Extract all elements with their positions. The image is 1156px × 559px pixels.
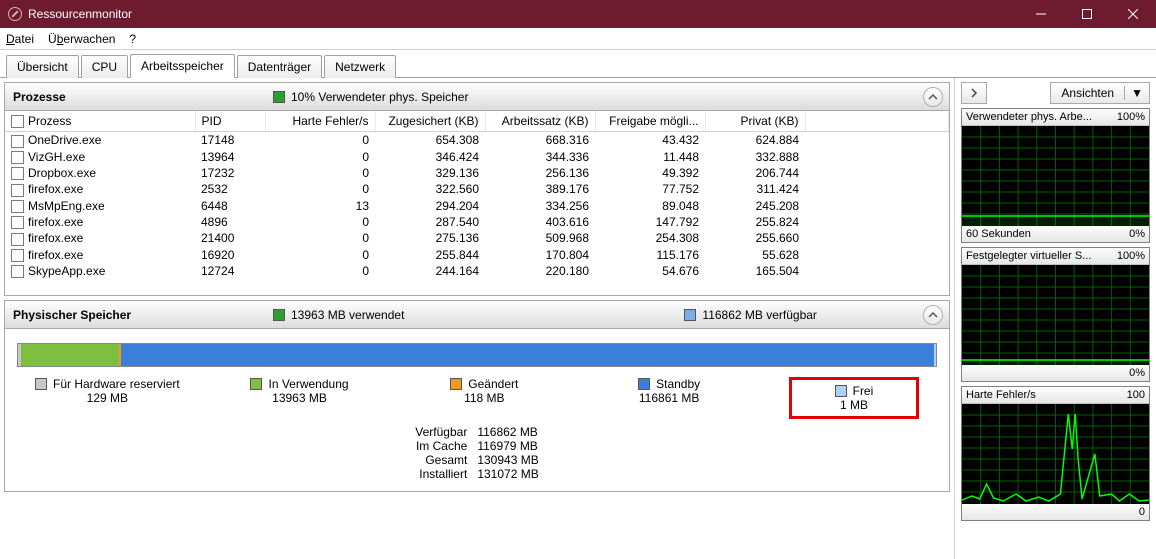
table-row[interactable]: Dropbox.exe172320329.136256.13649.392206… <box>5 165 949 181</box>
tab-overview[interactable]: Übersicht <box>6 55 79 78</box>
table-row[interactable]: firefox.exe169200255.844170.804115.17655… <box>5 247 949 263</box>
table-row[interactable]: firefox.exe25320322.560389.17677.752311.… <box>5 181 949 197</box>
column-hardfaults[interactable]: Harte Fehler/s <box>265 111 375 132</box>
menu-monitor[interactable]: Überwachen <box>48 32 115 46</box>
physical-memory-panel: Physischer Speicher 13963 MB verwendet 1… <box>4 300 950 492</box>
memory-summary: Verfügbar116862 MB Im Cache116979 MB Ges… <box>5 425 949 491</box>
menu-help[interactable]: ? <box>129 32 136 46</box>
app-icon <box>8 7 22 21</box>
memory-bar <box>17 343 937 367</box>
views-button[interactable]: Ansichten▼ <box>1050 82 1150 104</box>
row-checkbox[interactable] <box>11 184 24 197</box>
column-private[interactable]: Privat (KB) <box>705 111 805 132</box>
row-checkbox[interactable] <box>11 151 24 164</box>
row-checkbox[interactable] <box>11 167 24 180</box>
row-checkbox[interactable] <box>11 216 24 229</box>
legend-modified: Geändert118 MB <box>419 377 549 405</box>
tab-memory[interactable]: Arbeitsspeicher <box>130 54 235 78</box>
processes-header[interactable]: Prozesse 10% Verwendeter phys. Speicher <box>5 83 949 111</box>
select-all-checkbox[interactable] <box>11 115 24 128</box>
table-row[interactable]: VizGH.exe139640346.424344.33611.448332.8… <box>5 149 949 165</box>
table-row[interactable]: firefox.exe214000275.136509.968254.30825… <box>5 230 949 246</box>
menu-bar: Datei Überwachen ? <box>0 28 1156 50</box>
title-bar: Ressourcenmonitor <box>0 0 1156 28</box>
close-button[interactable] <box>1110 0 1156 28</box>
graphs-panel: Ansichten▼ Verwendeter phys. Arbe...100%… <box>954 78 1156 559</box>
legend-reserved: Für Hardware reserviert129 MB <box>35 377 180 405</box>
processes-table-wrap[interactable]: Prozess PID Harte Fehler/s Zugesichert (… <box>5 111 949 295</box>
legend-standby: Standby116861 MB <box>604 377 734 405</box>
window-title: Ressourcenmonitor <box>28 7 1018 21</box>
tab-disk[interactable]: Datenträger <box>237 55 322 78</box>
graph-hard-faults: Harte Fehler/s100 0 <box>961 386 1150 521</box>
table-row[interactable]: MsMpEng.exe644813294.204334.25689.048245… <box>5 198 949 214</box>
legend-free: Frei1 MB <box>789 377 919 419</box>
minimize-button[interactable] <box>1018 0 1064 28</box>
column-shareable[interactable]: Freigabe mögli... <box>595 111 705 132</box>
row-checkbox[interactable] <box>11 249 24 262</box>
processes-table: Prozess PID Harte Fehler/s Zugesichert (… <box>5 111 949 279</box>
column-commit[interactable]: Zugesichert (KB) <box>375 111 485 132</box>
collapse-button[interactable] <box>923 305 943 325</box>
row-checkbox[interactable] <box>11 135 24 148</box>
memory-usage-icon <box>273 91 285 103</box>
row-checkbox[interactable] <box>11 200 24 213</box>
tab-cpu[interactable]: CPU <box>81 55 128 78</box>
column-workingset[interactable]: Arbeitssatz (KB) <box>485 111 595 132</box>
avail-memory-icon <box>684 309 696 321</box>
row-checkbox[interactable] <box>11 265 24 278</box>
chevron-down-icon: ▼ <box>1124 86 1149 100</box>
physical-memory-header[interactable]: Physischer Speicher 13963 MB verwendet 1… <box>5 301 949 329</box>
tab-bar: Übersicht CPU Arbeitsspeicher Datenträge… <box>0 50 1156 78</box>
column-process[interactable]: Prozess <box>28 114 71 128</box>
legend-inuse: In Verwendung13963 MB <box>235 377 365 405</box>
column-pid[interactable]: PID <box>195 111 265 132</box>
tab-network[interactable]: Netzwerk <box>324 55 396 78</box>
collapse-button[interactable] <box>923 87 943 107</box>
menu-file[interactable]: Datei <box>6 32 34 46</box>
used-memory-icon <box>273 309 285 321</box>
memory-legend: Für Hardware reserviert129 MB In Verwend… <box>5 377 949 425</box>
graph-committed-virtual: Festgelegter virtueller S...100% 0% <box>961 247 1150 382</box>
processes-panel: Prozesse 10% Verwendeter phys. Speicher … <box>4 82 950 296</box>
graphs-nav-button[interactable] <box>961 82 987 104</box>
row-checkbox[interactable] <box>11 233 24 246</box>
table-row[interactable]: firefox.exe48960287.540403.616147.792255… <box>5 214 949 230</box>
table-row[interactable]: OneDrive.exe171480654.308668.31643.43262… <box>5 132 949 149</box>
graph-used-phys: Verwendeter phys. Arbe...100% 60 Sekunde… <box>961 108 1150 243</box>
maximize-button[interactable] <box>1064 0 1110 28</box>
table-row[interactable]: SkypeApp.exe127240244.164220.18054.67616… <box>5 263 949 279</box>
